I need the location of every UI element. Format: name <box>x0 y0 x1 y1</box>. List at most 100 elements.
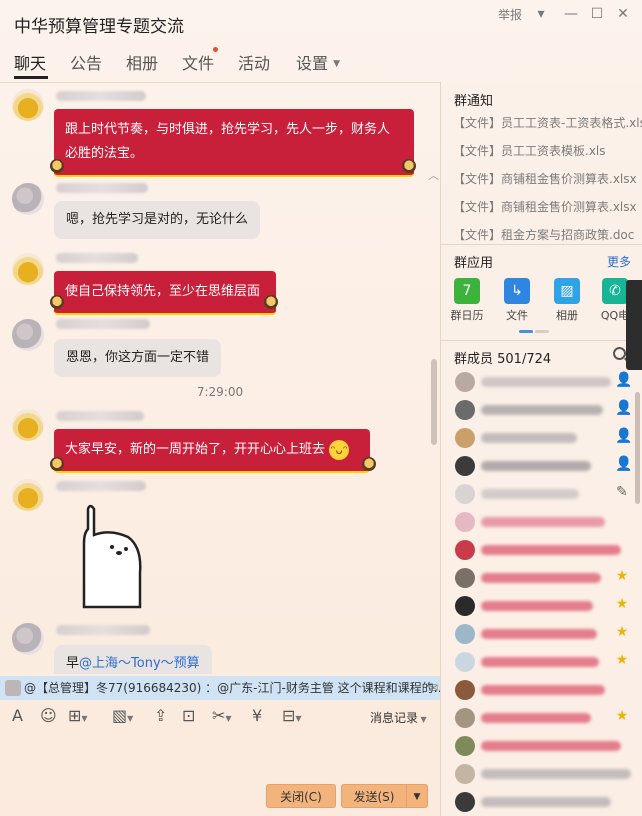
mention-link[interactable]: @上海～Tony～预算 <box>79 656 200 671</box>
gift-icon[interactable]: ⊞▼ <box>68 706 88 725</box>
report-link[interactable]: 举报 <box>498 6 522 24</box>
message-input[interactable] <box>0 732 440 782</box>
avatar[interactable] <box>12 409 44 441</box>
app-calendar[interactable]: 7 群日历 <box>445 278 489 323</box>
member-row[interactable] <box>455 734 641 760</box>
mention-notice-bar[interactable]: @【总管理】冬77(916684230) ：@广东-江门-财务主管 这个课程和课… <box>0 676 440 700</box>
avatar[interactable] <box>455 596 475 616</box>
emoji-icon[interactable]: ☺ <box>40 706 57 725</box>
message-bubble[interactable]: 大家早安，新的一周开始了，开开心心上班去 ᵔᴗᵔ <box>54 429 370 473</box>
notice-file-item[interactable]: 【文件】商铺租金售价测算表.xlsx <box>453 198 637 215</box>
avatar[interactable] <box>12 479 44 511</box>
app-album[interactable]: ▨ 相册 <box>545 278 589 323</box>
avatar[interactable] <box>455 708 475 728</box>
member-row[interactable] <box>455 538 641 564</box>
member-row[interactable]: ★ <box>455 622 641 648</box>
image-icon[interactable]: ▧▼ <box>112 706 133 725</box>
message-text: 大家早安，新的一周开始了，开开心心上班去 <box>65 442 326 457</box>
member-row[interactable]: ★ <box>455 566 641 592</box>
apps-page-indicator[interactable] <box>519 330 533 333</box>
avatar[interactable] <box>12 319 44 351</box>
close-window-button[interactable]: ✕ <box>612 4 634 24</box>
notice-file-item[interactable]: 【文件】员工工资表-工资表格式.xls <box>453 114 642 131</box>
avatar[interactable] <box>455 428 475 448</box>
avatar[interactable] <box>455 624 475 644</box>
avatar[interactable] <box>455 512 475 532</box>
tab-settings[interactable]: 设置 ▼ <box>296 50 340 74</box>
tab-album[interactable]: 相册 <box>126 50 158 74</box>
avatar[interactable] <box>455 764 475 784</box>
avatar[interactable] <box>455 568 475 588</box>
message-bubble[interactable]: 早@上海～Tony～预算 <box>54 645 212 674</box>
member-row[interactable] <box>455 762 641 788</box>
avatar[interactable] <box>455 792 475 812</box>
bubble-mascot-icon <box>50 295 64 309</box>
message-history-button[interactable]: 消息记录 ▼ <box>370 709 427 726</box>
member-row[interactable] <box>455 510 641 536</box>
avatar[interactable] <box>455 400 475 420</box>
member-row[interactable]: 👤 <box>455 426 641 452</box>
member-row[interactable]: ★ <box>455 706 641 732</box>
tab-chat[interactable]: 聊天 <box>14 50 46 74</box>
screenshot-icon[interactable]: ✂▼ <box>212 706 232 725</box>
app-files[interactable]: ↳ 文件 <box>495 278 539 323</box>
avatar[interactable] <box>12 253 44 285</box>
minimize-button[interactable]: — <box>560 4 582 24</box>
member-scrollbar[interactable] <box>635 392 640 504</box>
member-row[interactable]: 👤 <box>455 398 641 424</box>
tab-activity[interactable]: 活动 <box>238 50 270 74</box>
member-row[interactable]: ★ <box>455 650 641 676</box>
apps-more-link[interactable]: 更多 <box>607 253 631 270</box>
upload-icon[interactable]: ⇪ <box>154 706 167 725</box>
message-bubble[interactable]: 跟上时代节奏，与时俱进，抢先学习，先人一步，财务人 必胜的法宝。 <box>54 109 414 177</box>
member-row[interactable]: 👤 <box>455 370 641 396</box>
maximize-button[interactable]: ☐ <box>586 4 608 24</box>
tab-files[interactable]: 文件 <box>182 50 214 74</box>
close-button[interactable]: 关闭(C) <box>266 784 336 808</box>
member-row[interactable]: ★ <box>455 594 641 620</box>
close-icon[interactable]: ✉ <box>428 676 438 700</box>
avatar[interactable] <box>455 484 475 504</box>
notice-file-item[interactable]: 【文件】商铺租金售价测算表.xlsx <box>453 170 637 187</box>
send-button[interactable]: 发送(S) <box>341 784 406 808</box>
file-icon: ↳ <box>504 278 530 304</box>
notice-file-item[interactable]: 【文件】员工工资表模板.xls <box>453 142 606 159</box>
chat-scrollbar[interactable] <box>431 359 437 445</box>
message-bubble[interactable]: 使自己保持领先，至少在思维层面 <box>54 271 276 315</box>
member-row[interactable]: 👤 <box>455 454 641 480</box>
avatar[interactable] <box>455 652 475 672</box>
avatar[interactable] <box>12 623 44 655</box>
message-text: 必胜的法宝。 <box>65 146 144 161</box>
side-panel-handle[interactable] <box>626 280 642 370</box>
member-row[interactable]: ✎ <box>455 482 641 508</box>
avatar[interactable] <box>455 540 475 560</box>
sender-name <box>56 253 138 263</box>
apps-icon[interactable]: ⊡ <box>182 706 195 725</box>
sender-name <box>56 91 146 101</box>
avatar[interactable] <box>455 456 475 476</box>
search-icon[interactable] <box>613 347 626 360</box>
send-options-dropdown[interactable]: ▼ <box>406 784 428 808</box>
message-bubble[interactable]: 嗯，抢先学习是对的，无论什么 <box>54 201 261 239</box>
chat-messages[interactable]: ︿ 跟上时代节奏，与时俱进，抢先学习，先人一步，财务人 必胜的法宝。 嗯，抢先学… <box>0 82 440 674</box>
member-row[interactable] <box>455 678 641 704</box>
avatar[interactable] <box>455 680 475 700</box>
font-icon[interactable]: A <box>12 706 23 725</box>
red-packet-icon[interactable]: ¥ <box>252 706 262 725</box>
notice-file-item[interactable]: 【文件】租金方案与招商政策.doc <box>453 226 634 243</box>
member-row[interactable] <box>455 790 641 816</box>
raised-finger-sticker[interactable] <box>70 503 160 609</box>
tab-announcement[interactable]: 公告 <box>70 50 102 74</box>
apps-page-indicator[interactable] <box>535 330 549 333</box>
chevron-down-icon: ▼ <box>418 715 427 724</box>
message-text: 使自己保持领先，至少在思维层面 <box>65 284 261 299</box>
avatar[interactable] <box>455 372 475 392</box>
avatar[interactable] <box>12 89 44 121</box>
more-icon[interactable]: ⊟▼ <box>282 706 302 725</box>
message-bubble[interactable]: 恩恩，你这方面一定不错 <box>54 339 222 377</box>
menu-dropdown-icon[interactable]: ▾ <box>530 4 552 24</box>
avatar[interactable] <box>12 183 44 215</box>
members-title: 群成员 501/724 <box>454 352 552 367</box>
collapse-icon[interactable]: ︿ <box>428 167 439 183</box>
avatar[interactable] <box>455 736 475 756</box>
